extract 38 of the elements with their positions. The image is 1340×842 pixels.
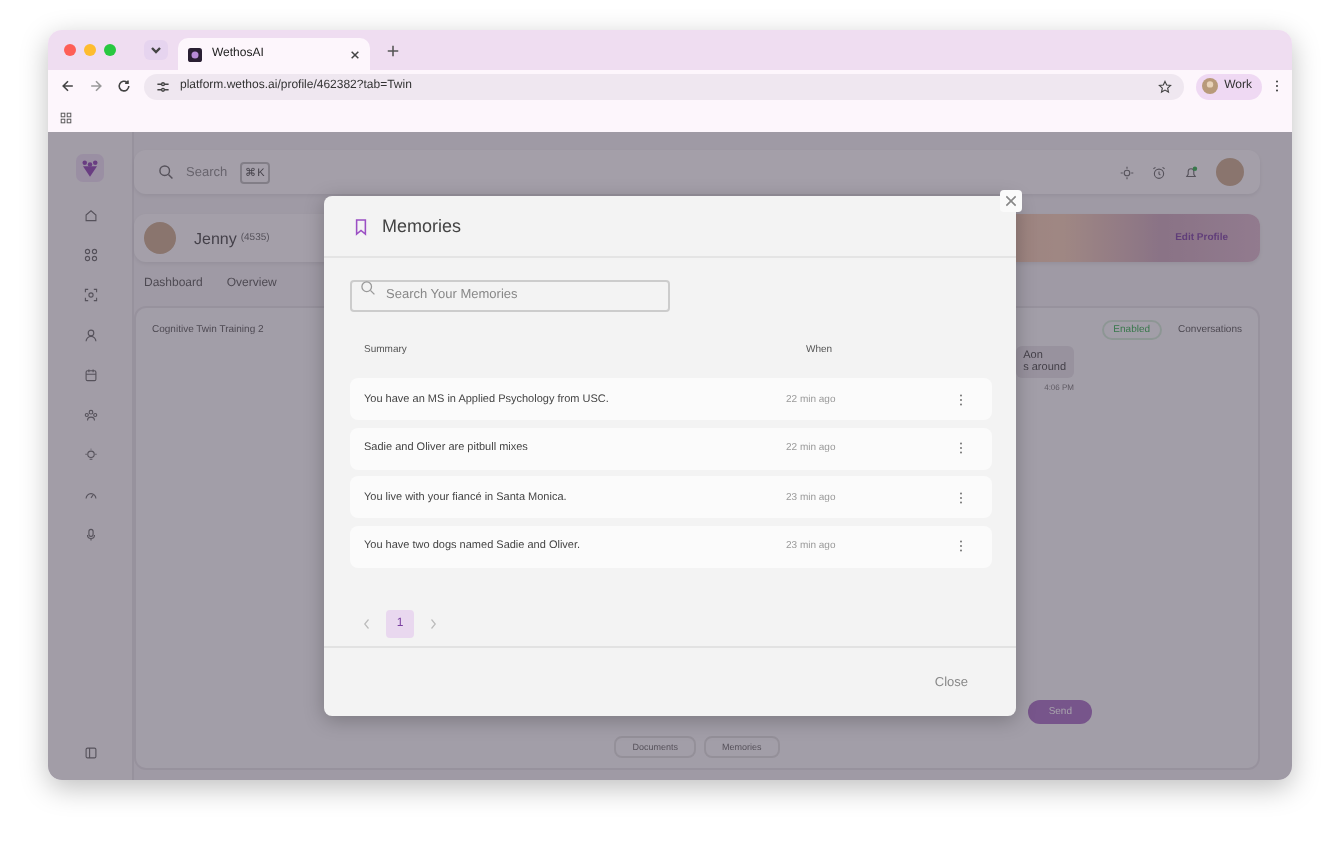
app-logo-icon [188, 47, 202, 61]
maximize-window-icon[interactable] [104, 44, 116, 56]
search-icon [360, 280, 376, 296]
lightbulb-icon[interactable] [83, 448, 97, 462]
apps-grid-icon[interactable] [60, 111, 72, 123]
search-icon [158, 164, 174, 180]
forward-arrow-icon[interactable] [88, 78, 104, 94]
microphone-icon[interactable] [83, 528, 97, 542]
nodes-icon[interactable] [83, 248, 97, 262]
close-icon[interactable] [350, 49, 360, 59]
dialog-title: Memories [382, 216, 462, 236]
avatar [144, 222, 176, 254]
chevron-down-icon[interactable] [144, 40, 168, 60]
reload-icon[interactable] [116, 78, 132, 94]
home-icon[interactable] [83, 208, 97, 222]
sun-icon[interactable] [1120, 165, 1134, 179]
profile-name: Jenny [194, 229, 237, 247]
gauge-icon[interactable] [83, 488, 97, 502]
avatar[interactable] [1216, 158, 1244, 186]
panel-toggle-icon[interactable] [83, 746, 97, 760]
star-icon[interactable] [1158, 79, 1173, 93]
bell-icon[interactable] [1184, 165, 1198, 179]
app-logo-icon[interactable] [76, 154, 104, 182]
plus-icon[interactable] [386, 43, 400, 57]
close-button[interactable] [1000, 190, 1022, 212]
group-icon[interactable] [83, 408, 97, 422]
back-arrow-icon[interactable] [60, 78, 76, 94]
site-settings-icon [156, 79, 170, 93]
calendar-icon[interactable] [83, 368, 97, 382]
alarm-clock-icon[interactable] [1152, 165, 1166, 179]
close-icon [1004, 194, 1018, 208]
chevron-right-icon[interactable] [428, 618, 438, 630]
bookmark-icon [354, 217, 368, 235]
person-icon[interactable] [83, 328, 97, 342]
chevron-left-icon[interactable] [362, 618, 372, 630]
scan-icon[interactable] [83, 288, 97, 302]
close-window-icon[interactable] [64, 44, 76, 56]
avatar-icon [1202, 78, 1219, 94]
